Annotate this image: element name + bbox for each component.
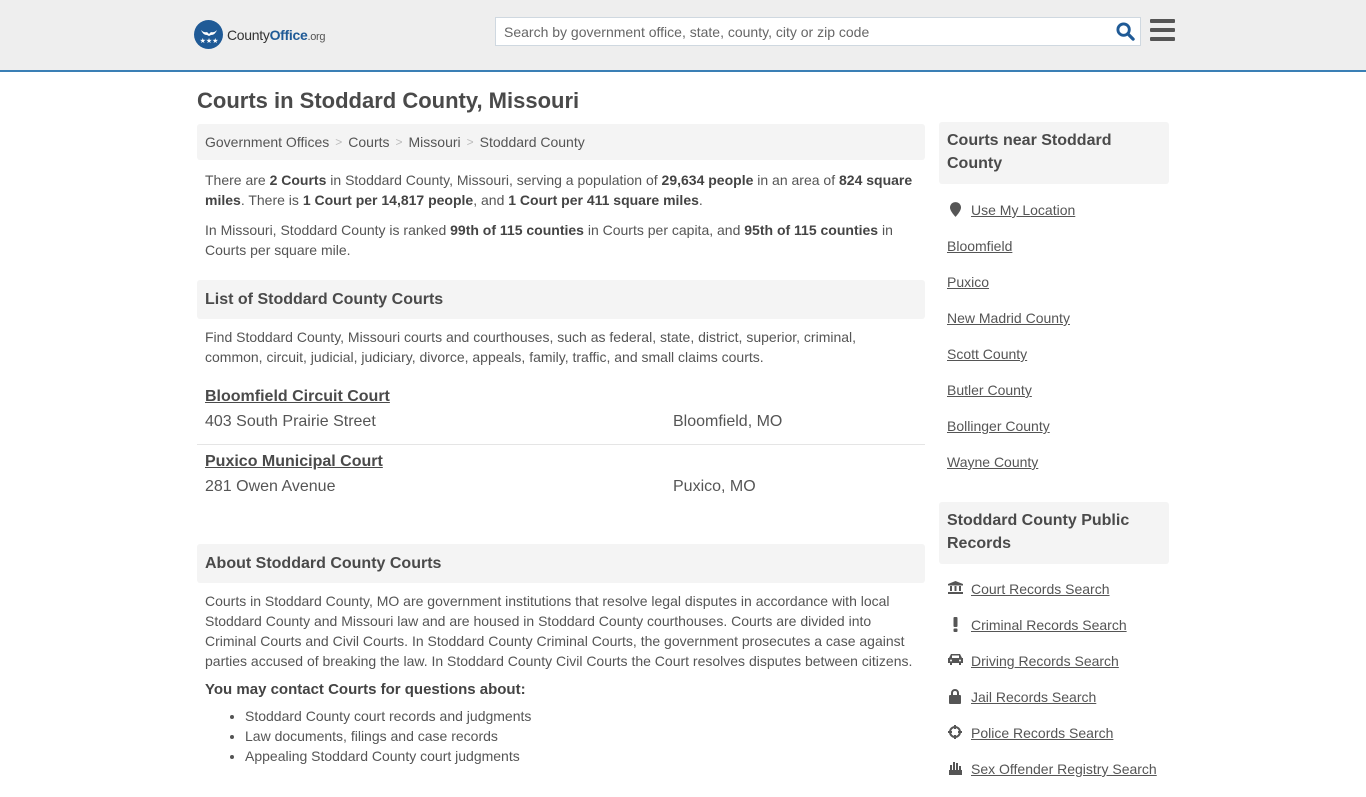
driving-records-search-link[interactable]: Driving Records Search (971, 653, 1119, 669)
text-segment: in Courts per capita, and (583, 222, 745, 238)
records-item: Police Records Search (939, 725, 1169, 761)
hamburger-icon-bar (1150, 28, 1175, 32)
breadcrumb-separator: > (335, 135, 343, 149)
contact-topics-list: Stoddard County court records and judgme… (197, 706, 925, 766)
text-segment: In Missouri, Stoddard County is ranked (205, 222, 451, 238)
hand-icon (947, 761, 963, 775)
breadcrumb-separator: > (395, 135, 403, 149)
records-item: Criminal Records Search (939, 617, 1169, 653)
nearby-courts-list: Use My Location Bloomfield Puxico New Ma… (939, 202, 1169, 490)
search-box (495, 17, 1141, 46)
nearby-link-butler-county[interactable]: Butler County (947, 382, 1032, 398)
search-input[interactable] (496, 18, 1110, 45)
text-segment: . (698, 192, 703, 208)
contact-topic: Stoddard County court records and judgme… (245, 706, 925, 726)
nearby-link-bollinger-county[interactable]: Bollinger County (947, 418, 1050, 434)
hamburger-menu-button[interactable] (1150, 19, 1175, 41)
nearby-link-new-madrid-county[interactable]: New Madrid County (947, 310, 1070, 326)
contact-topic: Appealing Stoddard County court judgment… (245, 746, 925, 766)
page-title: Courts in Stoddard County, Missouri (197, 88, 580, 113)
highlighted-stat: 1 Court per 411 square miles (508, 192, 699, 208)
courts-list: Bloomfield Circuit Court 403 South Prair… (197, 380, 925, 510)
records-item: Jail Records Search (939, 689, 1169, 725)
records-item: Sex Offender Registry Search (939, 761, 1169, 797)
breadcrumb: Government Offices > Courts > Missouri >… (197, 124, 925, 160)
text-segment: There are (205, 172, 270, 188)
police-records-search-link[interactable]: Police Records Search (971, 725, 1113, 741)
crosshairs-icon (947, 725, 963, 739)
map-marker-icon (947, 202, 963, 217)
nearby-item: Bloomfield (939, 238, 1169, 274)
site-logo[interactable]: ★★★ CountyOffice.org (194, 20, 326, 49)
nearby-item: Scott County (939, 346, 1169, 382)
nearby-link-wayne-county[interactable]: Wayne County (947, 454, 1038, 470)
courthouse-icon (947, 581, 963, 594)
court-address: 403 South Prairie Street (205, 413, 376, 430)
text-segment: in an area of (753, 172, 839, 188)
breadcrumb-missouri[interactable]: Missouri (409, 134, 461, 150)
court-address: 281 Owen Avenue (205, 478, 336, 495)
criminal-records-search-link[interactable]: Criminal Records Search (971, 617, 1127, 633)
search-button[interactable] (1110, 18, 1140, 45)
about-heading: About Stoddard County Courts (197, 544, 925, 583)
nearby-item: New Madrid County (939, 310, 1169, 346)
nearby-courts-heading: Courts near Stoddard County (939, 122, 1169, 184)
use-my-location-item: Use My Location (939, 202, 1169, 238)
court-city: Puxico, MO (673, 478, 756, 495)
breadcrumb-courts[interactable]: Courts (348, 134, 389, 150)
contact-heading: You may contact Courts for questions abo… (205, 681, 526, 698)
svg-text:★★★: ★★★ (199, 37, 218, 45)
highlighted-stat: 2 Courts (269, 172, 327, 188)
highlighted-stat: 1 Court per 14,817 people (302, 192, 474, 208)
records-item: Court Records Search (939, 581, 1169, 617)
site-logo-text: CountyOffice.org (227, 26, 326, 43)
nearby-item: Wayne County (939, 454, 1169, 490)
nearby-item: Butler County (939, 382, 1169, 418)
breadcrumb-separator: > (466, 135, 474, 149)
nearby-link-puxico[interactable]: Puxico (947, 274, 989, 290)
nearby-item: Puxico (939, 274, 1169, 310)
court-city: Bloomfield, MO (673, 413, 783, 430)
ranking-paragraph: In Missouri, Stoddard County is ranked 9… (197, 220, 925, 260)
nearby-link-bloomfield[interactable]: Bloomfield (947, 238, 1012, 254)
breadcrumb-government-offices[interactable]: Government Offices (205, 134, 329, 150)
lock-icon (947, 689, 963, 704)
text-segment: . There is (240, 192, 303, 208)
car-icon (947, 653, 963, 665)
summary-paragraph: There are 2 Courts in Stoddard County, M… (197, 170, 925, 210)
jail-records-search-link[interactable]: Jail Records Search (971, 689, 1096, 705)
nearby-link-scott-county[interactable]: Scott County (947, 346, 1027, 362)
public-records-list: Court Records Search Criminal Records Se… (939, 581, 1169, 797)
courts-list-heading: List of Stoddard County Courts (197, 280, 925, 319)
court-name-link[interactable]: Bloomfield Circuit Court (205, 388, 390, 406)
site-header: ★★★ CountyOffice.org (0, 0, 1366, 72)
highlighted-stat: 29,634 people (661, 172, 754, 188)
court-item: Bloomfield Circuit Court 403 South Prair… (197, 380, 925, 445)
text-segment: in Stoddard County, Missouri, serving a … (326, 172, 662, 188)
sidebar: Courts near Stoddard County Use My Locat… (939, 122, 1169, 797)
eagle-logo-icon: ★★★ (194, 20, 223, 49)
hamburger-icon-bar (1150, 19, 1175, 23)
hamburger-icon-bar (1150, 37, 1175, 41)
sex-offender-registry-search-link[interactable]: Sex Offender Registry Search (971, 761, 1157, 777)
nearby-item: Bollinger County (939, 418, 1169, 454)
search-icon (1115, 22, 1135, 41)
public-records-heading: Stoddard County Public Records (939, 502, 1169, 564)
highlighted-stat: 95th of 115 counties (744, 222, 879, 238)
exclamation-icon (947, 617, 963, 632)
court-records-search-link[interactable]: Court Records Search (971, 581, 1110, 597)
court-item: Puxico Municipal Court 281 Owen Avenue P… (197, 445, 925, 510)
court-name-link[interactable]: Puxico Municipal Court (205, 453, 383, 471)
main-content: Government Offices > Courts > Missouri >… (197, 124, 925, 766)
records-item: Driving Records Search (939, 653, 1169, 689)
breadcrumb-current: Stoddard County (479, 134, 585, 150)
text-segment: , and (473, 192, 509, 208)
use-my-location-link[interactable]: Use My Location (971, 202, 1075, 218)
contact-topic: Law documents, filings and case records (245, 726, 925, 746)
highlighted-stat: 99th of 115 counties (450, 222, 584, 238)
courts-list-description: Find Stoddard County, Missouri courts an… (205, 329, 857, 365)
about-paragraph: Courts in Stoddard County, MO are govern… (205, 593, 913, 669)
